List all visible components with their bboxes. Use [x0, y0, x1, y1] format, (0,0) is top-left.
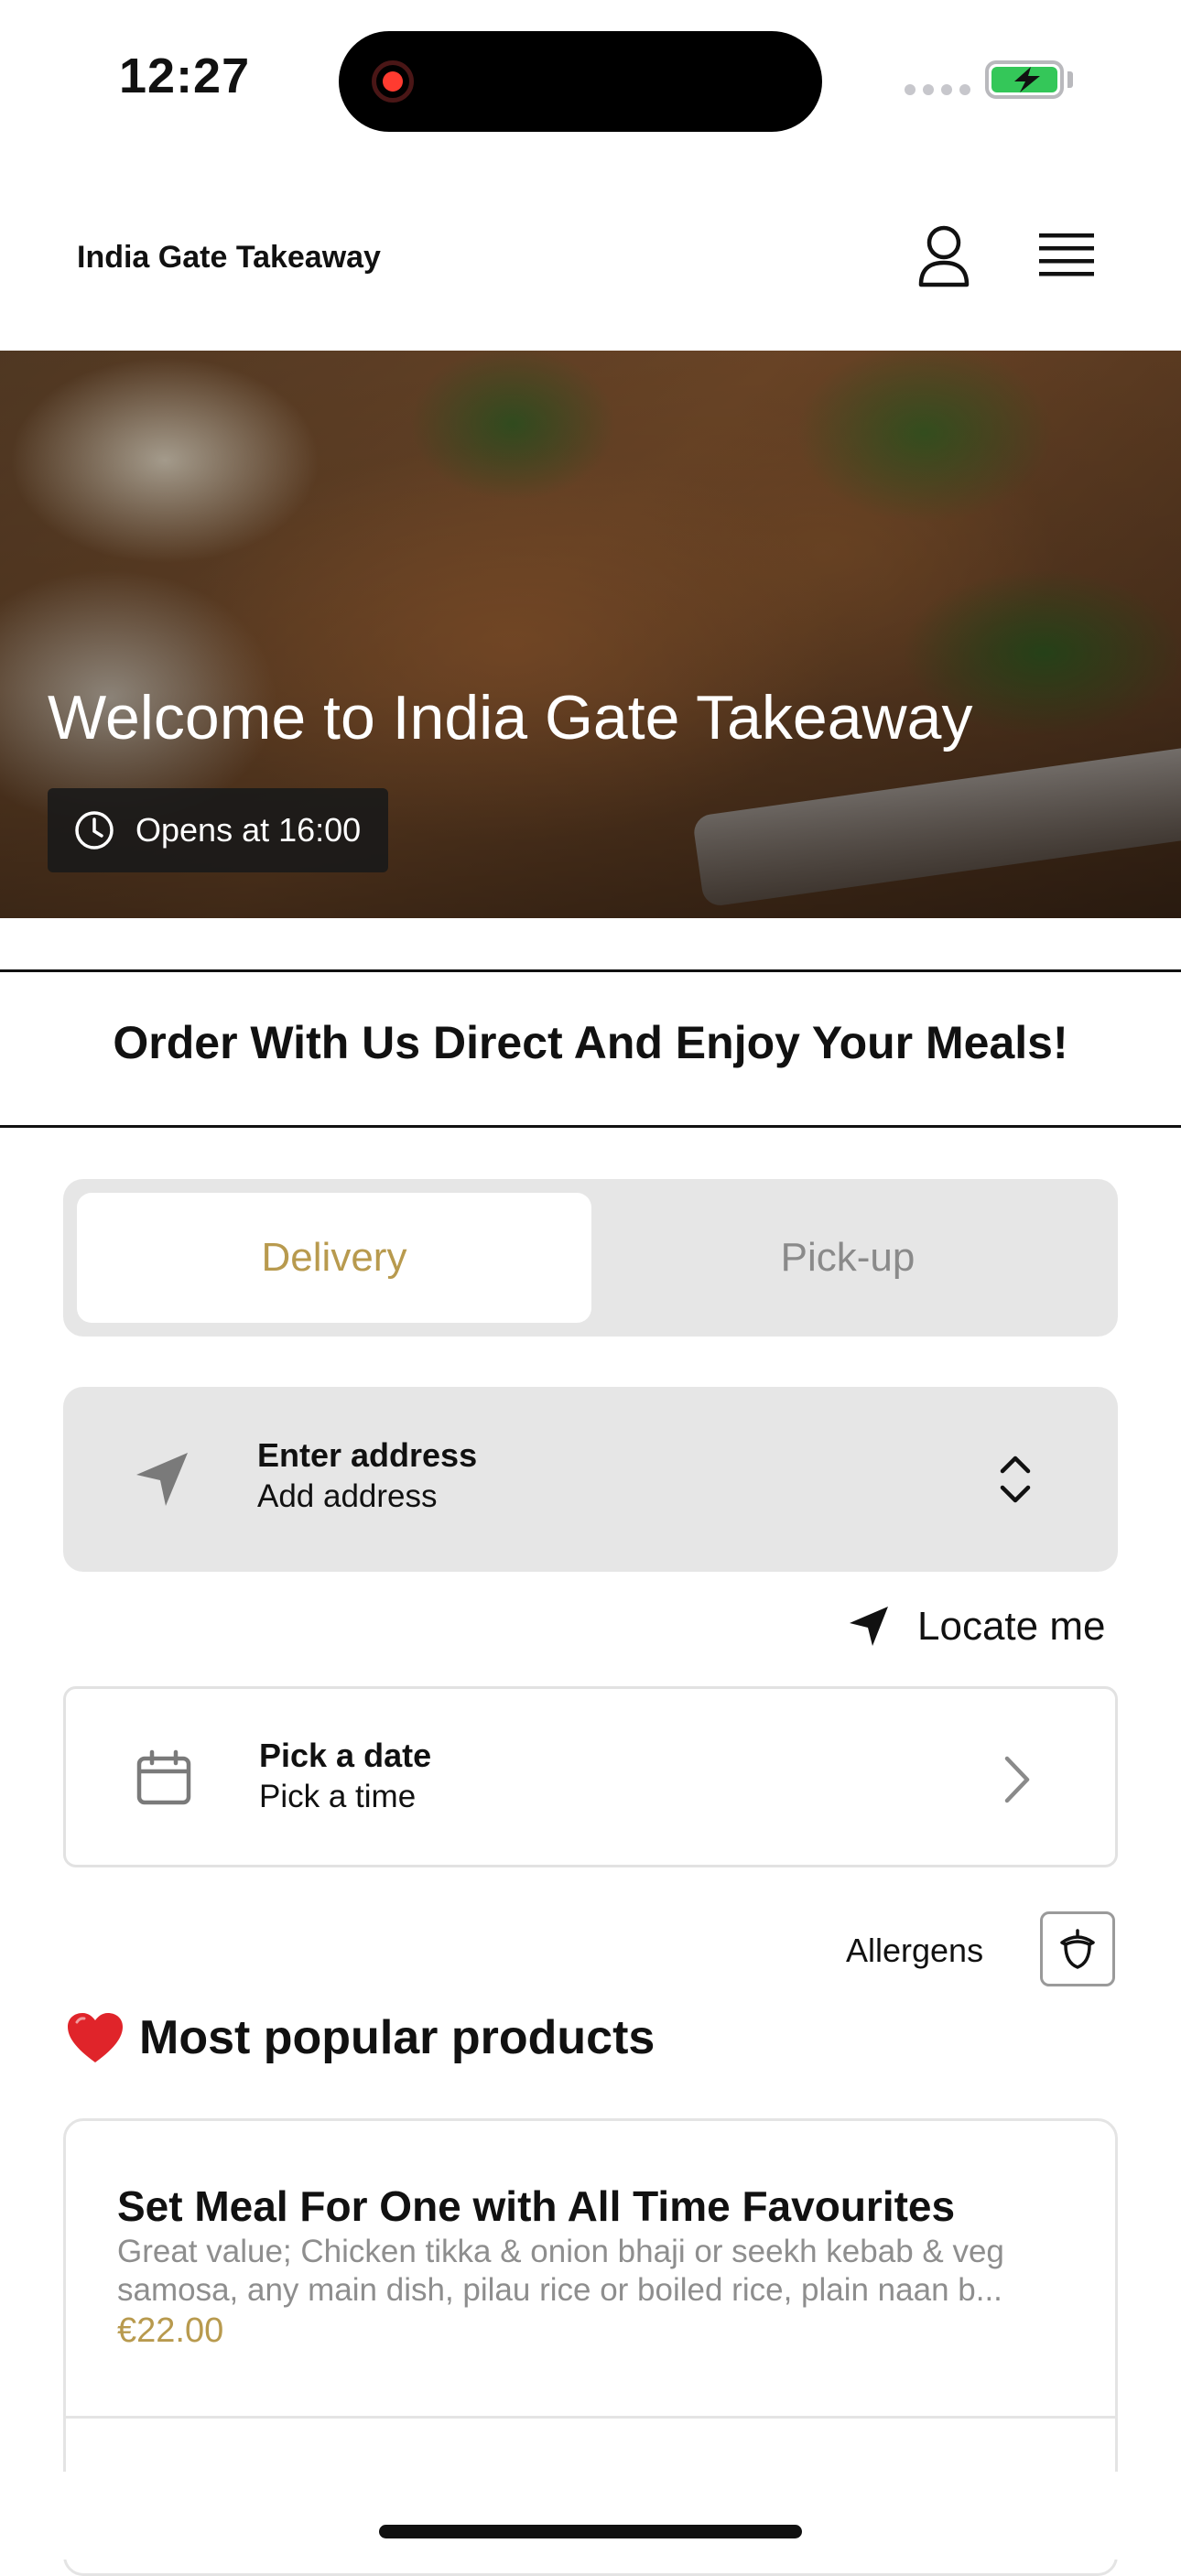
tab-delivery[interactable]: Delivery [77, 1193, 591, 1323]
divider-top [0, 969, 1181, 972]
address-title: Enter address [257, 1436, 478, 1474]
order-mode-toggle: Delivery Pick-up [63, 1179, 1118, 1337]
menu-icon[interactable] [1035, 227, 1099, 286]
bottom-safe-area [0, 2472, 1181, 2560]
product-price: €22.00 [117, 2311, 224, 2350]
date-time-picker[interactable]: Pick a date Pick a time [63, 1686, 1118, 1867]
card-divider [66, 2416, 1115, 2419]
address-selector[interactable]: Enter address Add address [63, 1387, 1118, 1572]
hero-title: Welcome to India Gate Takeaway [48, 683, 973, 752]
tab-pickup[interactable]: Pick-up [591, 1193, 1104, 1323]
popular-heading-text: Most popular products [139, 2011, 656, 2064]
navigation-arrow-icon [133, 1449, 191, 1514]
allergens-label: Allergens [846, 1932, 984, 1969]
recording-icon [372, 60, 414, 103]
hero-banner: Welcome to India Gate Takeaway Opens at … [0, 351, 1181, 918]
popular-heading: Most popular products [66, 2010, 655, 2065]
account-icon[interactable] [912, 222, 976, 291]
opening-hours-text: Opens at 16:00 [135, 811, 362, 849]
brand-name[interactable]: India Gate Takeaway [77, 240, 381, 276]
locate-me-label: Locate me [917, 1604, 1106, 1649]
address-subtitle: Add address [257, 1478, 438, 1514]
clock-icon [75, 811, 114, 850]
calendar-icon [135, 1749, 192, 1811]
opening-hours-badge: Opens at 16:00 [48, 788, 389, 872]
battery-nub [1067, 71, 1073, 88]
signal-icon [905, 84, 970, 95]
acorn-icon [1060, 1929, 1095, 1969]
pick-date-label: Pick a date [259, 1737, 432, 1774]
allergens-button[interactable] [1040, 1911, 1115, 1986]
battery-icon [985, 60, 1064, 99]
location-arrow-icon [850, 1607, 888, 1646]
tagline: Order With Us Direct And Enjoy Your Meal… [113, 1017, 1068, 1068]
product-description: Great value; Chicken tikka & onion bhaji… [117, 2234, 1004, 2308]
chevron-up-down-icon [997, 1451, 1034, 1512]
product-name: Set Meal For One with All Time Favourite… [117, 2182, 956, 2230]
pick-time-label: Pick a time [259, 1779, 417, 1814]
status-time: 12:27 [119, 49, 251, 103]
chevron-right-icon [1002, 1755, 1033, 1809]
locate-me-button[interactable]: Locate me [846, 1604, 1105, 1650]
home-indicator[interactable] [379, 2525, 802, 2538]
heart-icon [68, 2013, 123, 2062]
divider-bottom [0, 1125, 1181, 1128]
dynamic-island [339, 31, 822, 132]
